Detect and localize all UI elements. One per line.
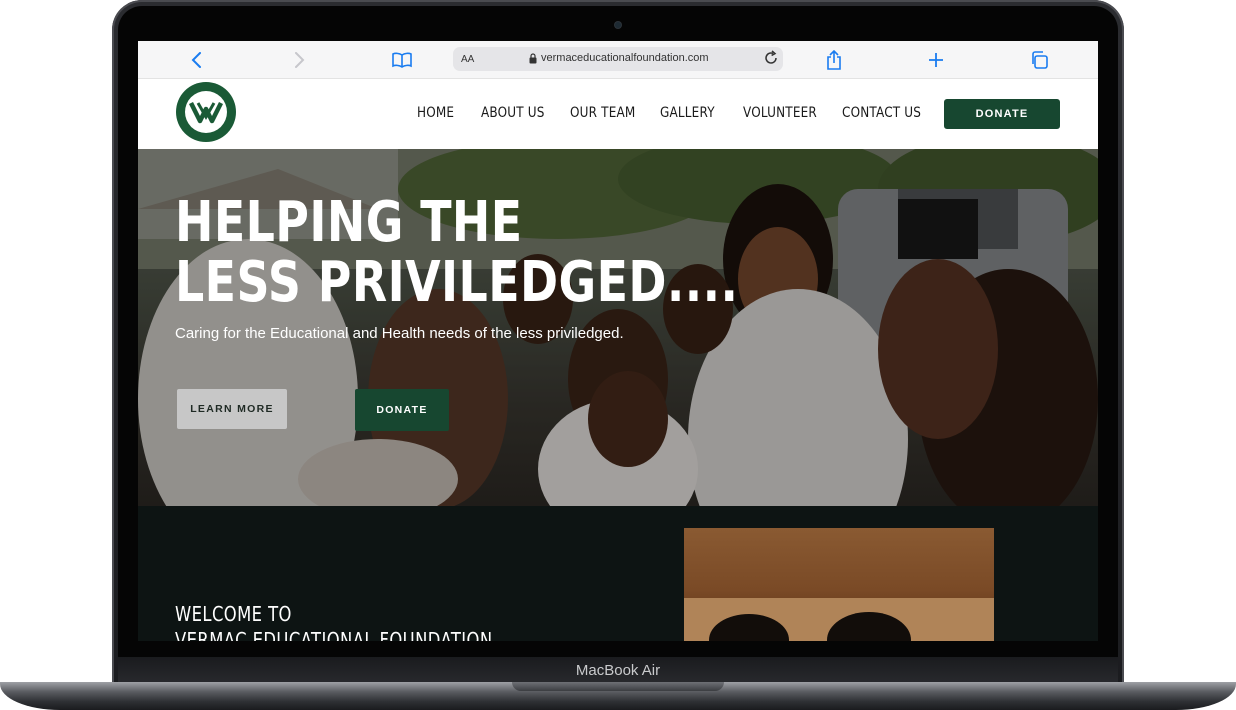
forward-icon[interactable] [288,49,310,71]
address-bar[interactable]: AA vermaceducationalfoundation.com [453,47,783,71]
header-donate-button[interactable]: DONATE [944,99,1060,129]
new-tab-icon[interactable] [925,49,947,71]
laptop-notch [512,682,724,691]
logo-emblem-icon [185,91,227,133]
logo[interactable] [176,82,236,142]
hero-title-line1: HELPING THE [175,190,523,255]
reload-icon[interactable] [763,50,779,69]
hero-title-line2: LESS PRIVILEDGED.... [175,250,739,315]
share-icon[interactable] [823,49,845,71]
nav-volunteer[interactable]: VOLUNTEER [743,105,817,121]
welcome-section: WELCOME TO VERMAC EDUCATIONAL FOUNDATION [138,506,1098,641]
site-header: HOME ABOUT US OUR TEAM GALLERY VOLUNTEER… [138,79,1098,149]
welcome-image [684,528,994,641]
nav-gallery[interactable]: GALLERY [660,105,715,121]
welcome-line2: VERMAC EDUCATIONAL FOUNDATION [175,628,493,641]
nav-contact-us[interactable]: CONTACT US [842,105,921,121]
browser-toolbar: AA vermaceducationalfoundation.com [138,41,1098,79]
book-icon[interactable] [391,49,413,71]
hero-donate-button[interactable]: DONATE [355,389,449,431]
lock-icon [529,53,537,67]
nav-about-us[interactable]: ABOUT US [481,105,545,121]
hero-title: HELPING THE LESS PRIVILEDGED.... [175,193,738,313]
back-icon[interactable] [186,49,208,71]
nav-our-team[interactable]: OUR TEAM [570,105,635,121]
camera-icon [615,22,621,28]
hero-subtitle: Caring for the Educational and Health ne… [175,325,624,342]
welcome-line1: WELCOME TO [175,602,292,626]
nav-home[interactable]: HOME [417,105,454,121]
url-text: vermaceducationalfoundation.com [541,52,709,64]
learn-more-button[interactable]: LEARN MORE [177,389,287,429]
browser-screen: AA vermaceducationalfoundation.com HOME … [138,41,1098,641]
tabs-icon[interactable] [1028,49,1050,71]
text-size-button[interactable]: AA [461,54,474,65]
hero-section: HELPING THE LESS PRIVILEDGED.... Caring … [138,149,1098,506]
